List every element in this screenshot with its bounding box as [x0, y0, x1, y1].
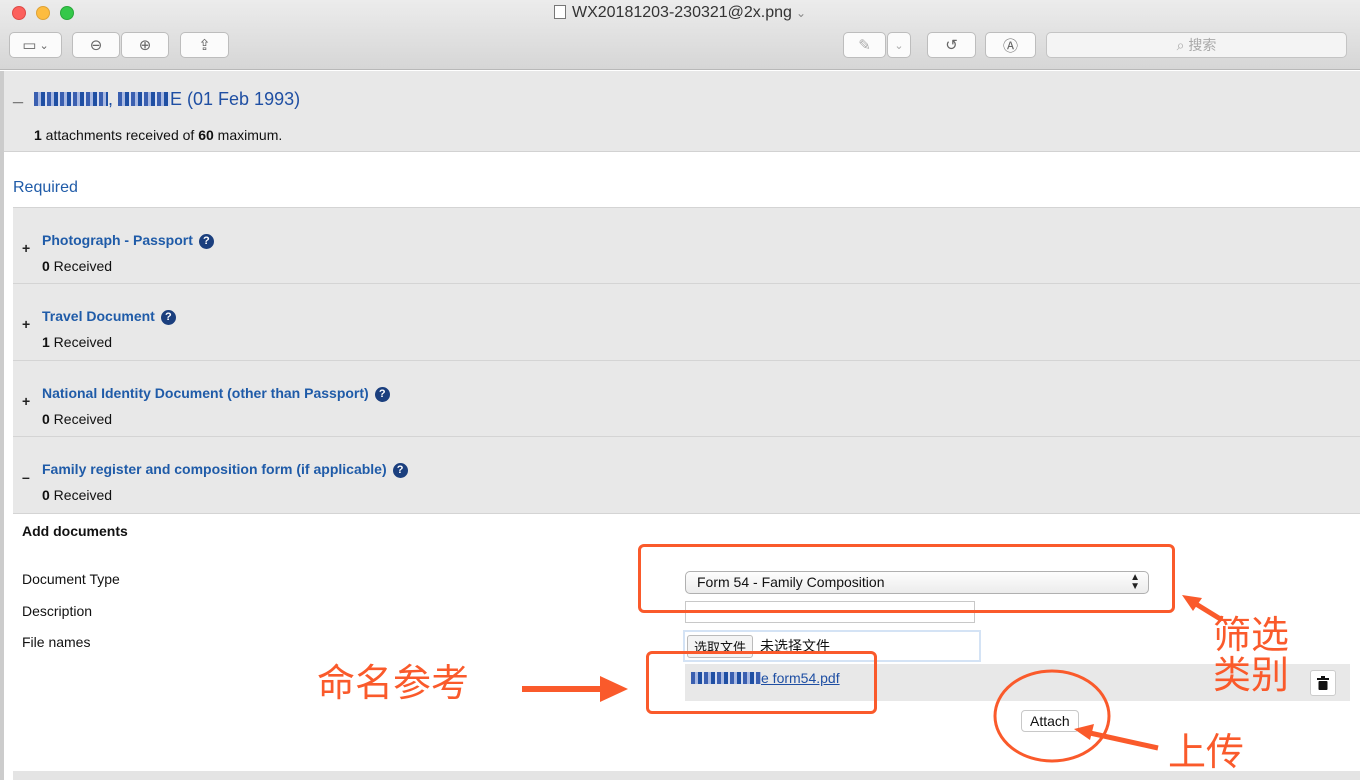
- annotation-filter-category: 筛选 类别: [1213, 613, 1290, 697]
- section-travel-document: + Travel Document? 1 Received: [13, 283, 1360, 360]
- zoom-out-button[interactable]: ⊖: [72, 32, 120, 58]
- section-title[interactable]: Photograph - Passport?: [42, 232, 214, 249]
- section-family-register: – Family register and composition form (…: [13, 436, 1360, 513]
- required-heading: Required: [13, 179, 78, 196]
- section-title-text: Family register and composition form (if…: [42, 461, 387, 477]
- help-icon[interactable]: ?: [392, 463, 408, 478]
- zoom-in-button[interactable]: ⊕: [121, 32, 169, 58]
- annotation-box-filename: [646, 651, 877, 714]
- rotate-icon: ↺: [945, 37, 958, 54]
- sidebar-icon: ▭: [22, 37, 37, 54]
- share-icon: ⇪: [198, 37, 211, 54]
- collapse-toggle[interactable]: –: [22, 469, 30, 485]
- add-documents-title: Add documents: [22, 523, 128, 539]
- received-label: Received: [49, 258, 113, 274]
- window-title[interactable]: WX20181203-230321@2x.png ⌄: [0, 4, 1360, 22]
- annotation-upload: 上传: [1168, 730, 1245, 774]
- received-text: attachments received of: [41, 127, 199, 143]
- received-number: 0: [42, 411, 50, 427]
- chevron-down-icon: ⌄: [39, 39, 49, 52]
- attachment-count: 1 attachments received of 60 maximum.: [34, 127, 282, 143]
- expand-toggle[interactable]: +: [22, 393, 30, 409]
- chevron-down-icon: ⌄: [894, 39, 904, 52]
- share-button[interactable]: ⇪: [180, 32, 229, 58]
- applicant-header: _ , E (01 Feb 1993) 1 attachments receiv…: [4, 71, 1360, 152]
- max-text: maximum.: [213, 127, 283, 143]
- trash-icon: [1317, 676, 1329, 690]
- section-title[interactable]: Family register and composition form (if…: [42, 461, 408, 478]
- markup-button[interactable]: Ⓐ: [985, 32, 1036, 58]
- section-photograph-passport: + Photograph - Passport? 0 Received: [13, 207, 1360, 284]
- help-icon[interactable]: ?: [374, 387, 390, 402]
- window-titlebar: WX20181203-230321@2x.png ⌄ ▭ ⌄ ⊖ ⊕ ⇪ ✎ ⌄ ↺…: [0, 0, 1360, 70]
- section-title-text: Travel Document: [42, 308, 155, 324]
- annotation-box-document-type: [638, 544, 1175, 613]
- file-names-label: File names: [22, 634, 91, 650]
- received-label: Received: [49, 334, 113, 350]
- section-title-text: National Identity Document (other than P…: [42, 385, 369, 401]
- markup-icon: Ⓐ: [1002, 37, 1018, 55]
- pen-icon: ✎: [858, 37, 871, 54]
- delete-file-button[interactable]: [1310, 670, 1336, 696]
- received-count: 1: [34, 127, 42, 143]
- received-status: 1 Received: [42, 334, 112, 350]
- max-count: 60: [198, 127, 214, 143]
- search-icon: ⌕: [1176, 36, 1185, 53]
- section-title[interactable]: Travel Document?: [42, 308, 176, 325]
- search-field[interactable]: ⌕ 搜索: [1046, 32, 1347, 58]
- attach-button[interactable]: Attach: [1021, 710, 1079, 732]
- received-number: 0: [42, 487, 50, 503]
- redacted-given-name: [118, 92, 171, 106]
- zoom-in-icon: ⊕: [138, 37, 152, 54]
- bottom-divider: [13, 771, 1360, 780]
- section-national-identity: + National Identity Document (other than…: [13, 360, 1360, 437]
- sidebar-toggle-button[interactable]: ▭ ⌄: [9, 32, 62, 58]
- expand-toggle[interactable]: +: [22, 316, 30, 332]
- applicant-name[interactable]: , E (01 Feb 1993): [34, 89, 300, 110]
- chevron-down-icon: ⌄: [795, 6, 807, 20]
- annotation-naming-reference: 命名参考: [317, 661, 470, 705]
- highlight-button[interactable]: ✎: [843, 32, 886, 58]
- section-title[interactable]: National Identity Document (other than P…: [42, 385, 390, 402]
- rotate-button[interactable]: ↺: [927, 32, 976, 58]
- redacted-surname: [34, 92, 108, 106]
- expand-toggle[interactable]: +: [22, 240, 30, 256]
- section-title-text: Photograph - Passport: [42, 232, 193, 248]
- document-type-label: Document Type: [22, 571, 120, 587]
- received-status: 0 Received: [42, 258, 112, 274]
- image-file-icon: [553, 5, 566, 19]
- help-icon[interactable]: ?: [160, 310, 176, 325]
- search-placeholder: 搜索: [1188, 37, 1217, 53]
- received-number: 0: [42, 258, 50, 274]
- received-label: Received: [49, 487, 113, 503]
- collapse-toggle[interactable]: _: [13, 85, 23, 106]
- description-label: Description: [22, 603, 93, 619]
- received-status: 0 Received: [42, 487, 112, 503]
- received-number: 1: [42, 334, 50, 350]
- applicant-dob: E (01 Feb 1993): [170, 89, 301, 109]
- highlight-menu-button[interactable]: ⌄: [887, 32, 911, 58]
- received-label: Received: [49, 411, 113, 427]
- zoom-out-icon: ⊖: [89, 37, 103, 54]
- window-title-text: WX20181203-230321@2x.png: [571, 4, 792, 21]
- help-icon[interactable]: ?: [198, 234, 214, 249]
- received-status: 0 Received: [42, 411, 112, 427]
